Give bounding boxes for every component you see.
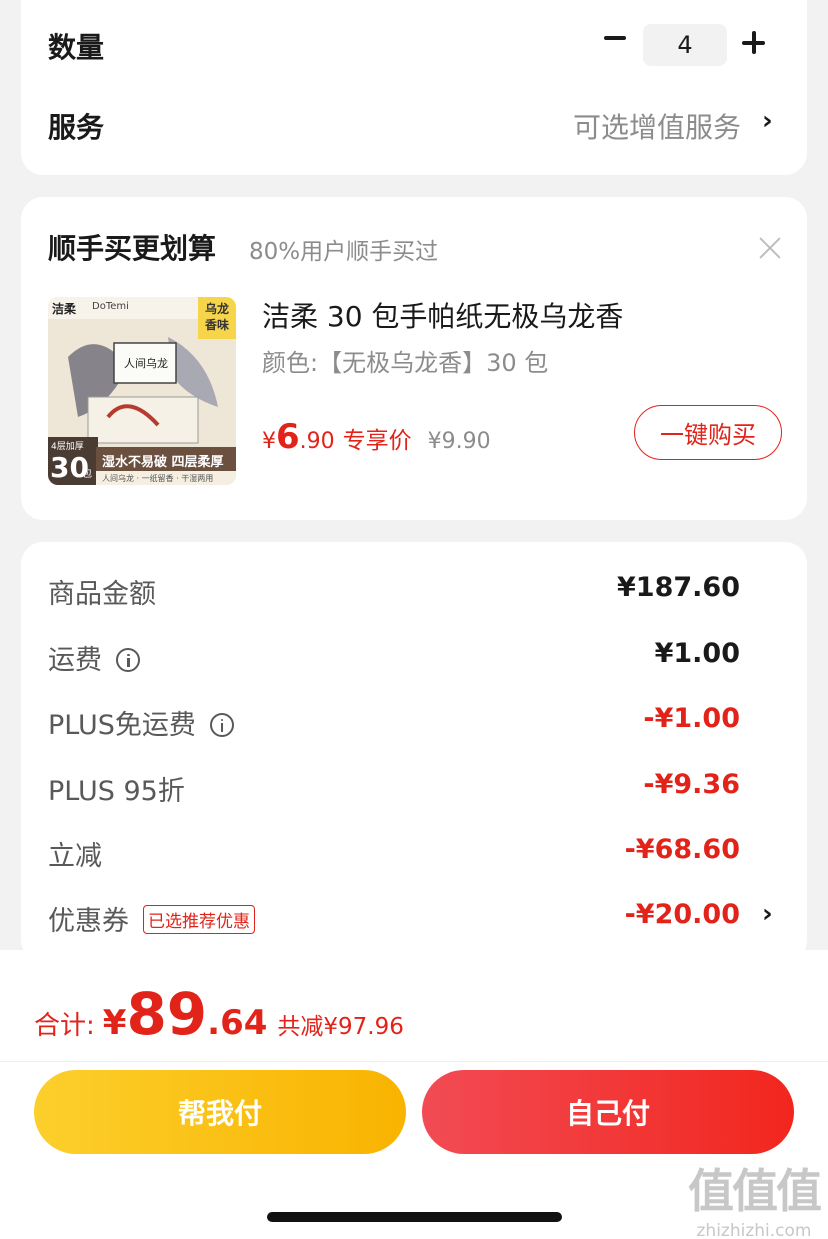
info-icon[interactable] [116,647,140,672]
quantity-label: 数量 [48,31,105,64]
service-label: 服务 [48,111,105,144]
summary-row-plus-discount: PLUS 95折 -¥9.36 [48,769,740,809]
total-decimal: .64 [207,1003,268,1043]
one-click-buy-button[interactable]: 一键购买 [634,405,782,460]
summary-row-shipping: 运费 ¥1.00 [48,638,740,678]
thumb-feature: 湿水不易破 四层柔厚 [102,455,224,470]
product-thumbnail[interactable]: 洁柔 DoTemi 乌龙香味 人间乌龙 4层加厚 30 包 湿水不易破 四层柔厚… [48,297,236,485]
summary-value: -¥9.36 [643,769,740,800]
summary-value: -¥68.60 [624,834,740,865]
info-icon[interactable] [209,712,234,737]
home-indicator[interactable] [267,1212,562,1222]
total-price: 合计: ¥89.64 共减¥97.96 [34,980,404,1048]
summary-label: 立减 [48,841,102,872]
price-summary-card: 商品金额 ¥187.60 运费 ¥1.00 PLUS免运费 -¥1.00 PLU… [21,542,807,962]
quantity-input[interactable]: 4 [643,24,727,66]
summary-label: 优惠券 [48,906,129,937]
minus-icon [604,36,626,40]
summary-label: PLUS 95折 [48,776,185,807]
summary-value: ¥187.60 [617,572,740,603]
watermark: 值值值 zhizhizhi.com [688,1155,822,1239]
summary-row-plus-free-shipping: PLUS免运费 -¥1.00 [48,703,740,743]
watermark-url: zhizhizhi.com [696,1221,812,1239]
summary-value: -¥20.00 [624,899,740,930]
thumb-count-unit: 包 [82,469,92,480]
coupon-badge: 已选推荐优惠 [143,905,255,934]
thumb-box-text: 人间乌龙 [124,357,168,370]
addon-subtitle: 80%用户顺手买过 [249,239,439,265]
summary-label: PLUS免运费 [48,710,196,741]
summary-value: ¥1.00 [654,638,740,669]
quantity-service-card: 数量 4 服务 可选增值服务 › [21,0,807,175]
total-label: 合计: [34,1011,95,1041]
chevron-right-icon[interactable]: › [762,106,773,136]
thumb-brand2: DoTemi [92,301,129,312]
help-me-pay-button[interactable]: 帮我付 [34,1070,406,1154]
thumb-corner-tag: 乌龙香味 [204,302,229,332]
thumb-brand: 洁柔 [52,302,77,316]
total-saved: 共减¥97.96 [277,1014,404,1040]
addon-price: ¥6.90 专享价 ¥9.90 [262,417,491,457]
price-decimal: .90 [299,429,335,454]
total-integer: 89 [126,980,208,1048]
service-value[interactable]: 可选增值服务 [573,106,741,146]
original-price: ¥9.90 [427,429,491,454]
price-integer: 6 [276,417,300,457]
summary-row-goods: 商品金额 ¥187.60 [48,572,740,612]
summary-row-instant-discount: 立减 -¥68.60 [48,834,740,874]
price-tag: 专享价 [342,428,412,454]
addon-title: 顺手买更划算 [48,232,217,265]
addon-product-spec: 颜色:【无极乌龙香】30 包 [262,349,549,377]
checkout-bar: 合计: ¥89.64 共减¥97.96 帮我付 自己付 值值值 zhizhizhi.… [0,950,828,1239]
summary-label: 运费 [48,645,102,676]
divider [0,1061,828,1062]
thumb-slogan: 人间乌龙 · 一纸留香 · 干湿两用 [102,474,214,483]
addon-card: 顺手买更划算 80%用户顺手买过 洁柔 DoTemi 乌龙香味 人间乌龙 4层加… [21,197,807,520]
summary-label: 商品金额 [48,579,156,610]
watermark-logo: 值值值 [688,1164,822,1218]
summary-value: -¥1.00 [643,703,740,734]
total-currency: ¥ [102,1003,127,1043]
close-icon[interactable] [759,237,781,259]
summary-row-coupon[interactable]: 优惠券 已选推荐优惠 -¥20.00 [48,899,740,939]
price-currency: ¥ [262,429,276,454]
addon-product-name[interactable]: 洁柔 30 包手帕纸无极乌龙香 [262,295,623,335]
quantity-increase-button[interactable] [737,26,771,60]
chevron-right-icon[interactable]: › [762,899,773,929]
self-pay-button[interactable]: 自己付 [422,1070,794,1154]
quantity-decrease-button[interactable] [597,18,633,58]
